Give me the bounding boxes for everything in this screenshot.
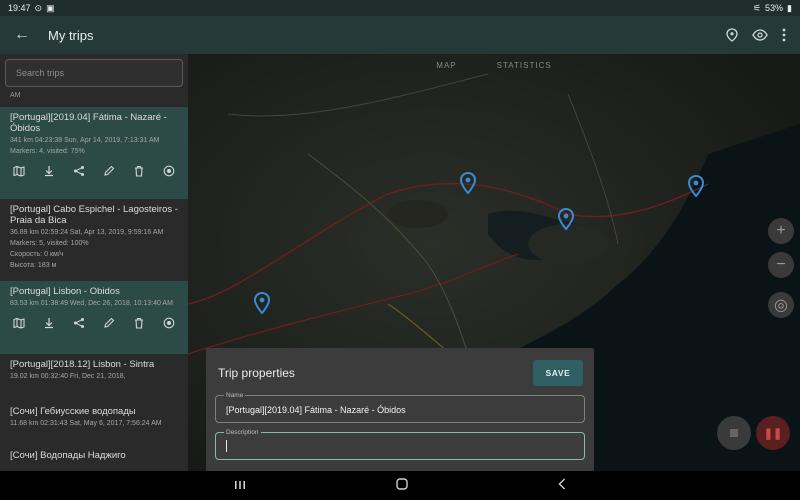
trip-meta-line: 341 km 04:23:38 Sun, Apr 14, 2019, 7:13:…: [10, 137, 160, 144]
dialog-title: Trip properties: [218, 366, 295, 380]
zoom-in-icon[interactable]: +: [768, 218, 794, 244]
previous-item-fragment: AM: [10, 92, 21, 99]
back-arrow-icon[interactable]: ←: [0, 26, 44, 44]
edit-icon[interactable]: [102, 164, 116, 178]
battery-percent: 53%: [765, 3, 784, 13]
download-icon[interactable]: [42, 164, 56, 178]
trip-list-item[interactable]: [Сочи] Гебиусские водопады 11.68 km 02:31…: [0, 401, 188, 445]
trip-list-item[interactable]: [Portugal] Lisbon - Obidos 83.53 km 01:38…: [0, 281, 188, 354]
trip-actions: [10, 164, 178, 178]
trip-meta-line: Markers: 4, visited: 75%: [10, 148, 85, 155]
trip-list-item[interactable]: [Portugal][2019.04] Fátima - Nazaré - Ób…: [0, 107, 188, 199]
name-label: Name: [224, 392, 246, 399]
stop-icon: [730, 429, 738, 437]
edit-icon[interactable]: [102, 316, 116, 330]
page-title: My trips: [48, 27, 94, 43]
trip-meta-line: 11.68 km 02:31:43 Sat, May 6, 2017, 7:56…: [10, 420, 162, 427]
trip-meta-line: 36.89 km 02:59:24 Sat, Apr 13, 2019, 9:5…: [10, 229, 164, 236]
app-bar: ← My trips: [0, 16, 800, 54]
description-field[interactable]: Description: [215, 429, 585, 460]
search-input[interactable]: [14, 67, 174, 79]
more-vert-icon[interactable]: [782, 28, 786, 42]
home-icon[interactable]: [396, 477, 408, 495]
trip-meta-line: Markers: 5, visited: 100%: [10, 240, 89, 247]
map-marker-icon[interactable]: [688, 175, 704, 197]
search-box[interactable]: [5, 59, 183, 87]
delete-icon[interactable]: [132, 164, 146, 178]
map-icon[interactable]: [12, 164, 26, 178]
text-cursor: [226, 440, 227, 452]
trip-title: [Portugal] Cabo Espichel - Lagosteiros -…: [10, 204, 178, 226]
map-marker-icon[interactable]: [558, 208, 574, 230]
map-marker-icon[interactable]: [460, 172, 476, 194]
trip-actions: [10, 316, 178, 330]
tab-statistics[interactable]: STATISTICS: [497, 61, 552, 70]
notification-icon: ⊙: [34, 2, 43, 13]
delete-icon[interactable]: [132, 316, 146, 330]
pause-record-button[interactable]: ❚❚: [756, 416, 790, 450]
status-time: 19:47: [8, 3, 31, 13]
share-icon[interactable]: [72, 316, 86, 330]
trip-title: [Portugal] Lisbon - Obidos: [10, 286, 120, 297]
map-marker-icon[interactable]: [254, 292, 270, 314]
signal-icon: ⚟: [752, 2, 762, 13]
trip-meta-line: 83.53 km 01:38:49 Wed, Dec 26, 2018, 10:…: [10, 300, 173, 307]
map-tabs: MAP STATISTICS: [188, 54, 800, 76]
visibility-toggle-icon[interactable]: [162, 164, 176, 178]
map-icon[interactable]: [12, 316, 26, 330]
description-label: Description: [224, 429, 261, 436]
trip-meta-line: 19.02 km 00:32:40 Fri, Dec 21, 2018,: [10, 373, 126, 380]
zoom-out-icon[interactable]: −: [768, 252, 794, 278]
download-icon[interactable]: [42, 316, 56, 330]
trip-meta-line: Высота: 183 м: [10, 262, 57, 269]
trip-list-panel: AM [Portugal][2019.04] Fátima - Nazaré -…: [0, 54, 188, 471]
visibility-eye-icon[interactable]: [752, 29, 768, 41]
trip-list-item[interactable]: [Сочи] Водопады Наджиго: [0, 445, 188, 471]
status-bar: 19:47 ⊙ ▣ ⚟ 53% ▮: [0, 0, 800, 16]
trip-properties-dialog: Trip properties SAVE Name [Portugal][201…: [206, 348, 594, 471]
trip-list-item[interactable]: [Portugal] Cabo Espichel - Lagosteiros -…: [0, 199, 188, 281]
pause-icon: ❚❚: [763, 427, 783, 440]
my-location-icon[interactable]: ◎: [768, 292, 794, 318]
system-nav-bar: [0, 471, 800, 500]
battery-icon: ▮: [787, 2, 792, 13]
trip-meta-line: Скорость: 0 км/ч: [10, 251, 64, 258]
trip-title: [Сочи] Водопады Наджиго: [10, 450, 126, 461]
back-icon[interactable]: [558, 477, 566, 495]
trip-title: [Portugal][2019.04] Fátima - Nazaré - Ób…: [10, 112, 167, 134]
stop-record-button[interactable]: [717, 416, 751, 450]
recent-apps-icon[interactable]: [234, 477, 246, 495]
name-value[interactable]: [Portugal][2019.04] Fátima - Nazaré - Ób…: [226, 405, 406, 415]
share-icon[interactable]: [72, 164, 86, 178]
visibility-toggle-icon[interactable]: [162, 316, 176, 330]
tab-map[interactable]: MAP: [436, 61, 456, 70]
trip-list-item[interactable]: [Portugal][2018.12] Lisbon - Sintra 19.02…: [0, 354, 188, 401]
image-notification-icon: ▣: [46, 2, 55, 13]
trip-title: [Portugal][2018.12] Lisbon - Sintra: [10, 359, 155, 370]
location-pin-icon[interactable]: [726, 28, 738, 42]
name-field[interactable]: Name [Portugal][2019.04] Fátima - Nazaré…: [215, 392, 585, 423]
trip-title: [Сочи] Гебиусские водопады: [10, 406, 136, 417]
save-button[interactable]: SAVE: [533, 360, 583, 386]
